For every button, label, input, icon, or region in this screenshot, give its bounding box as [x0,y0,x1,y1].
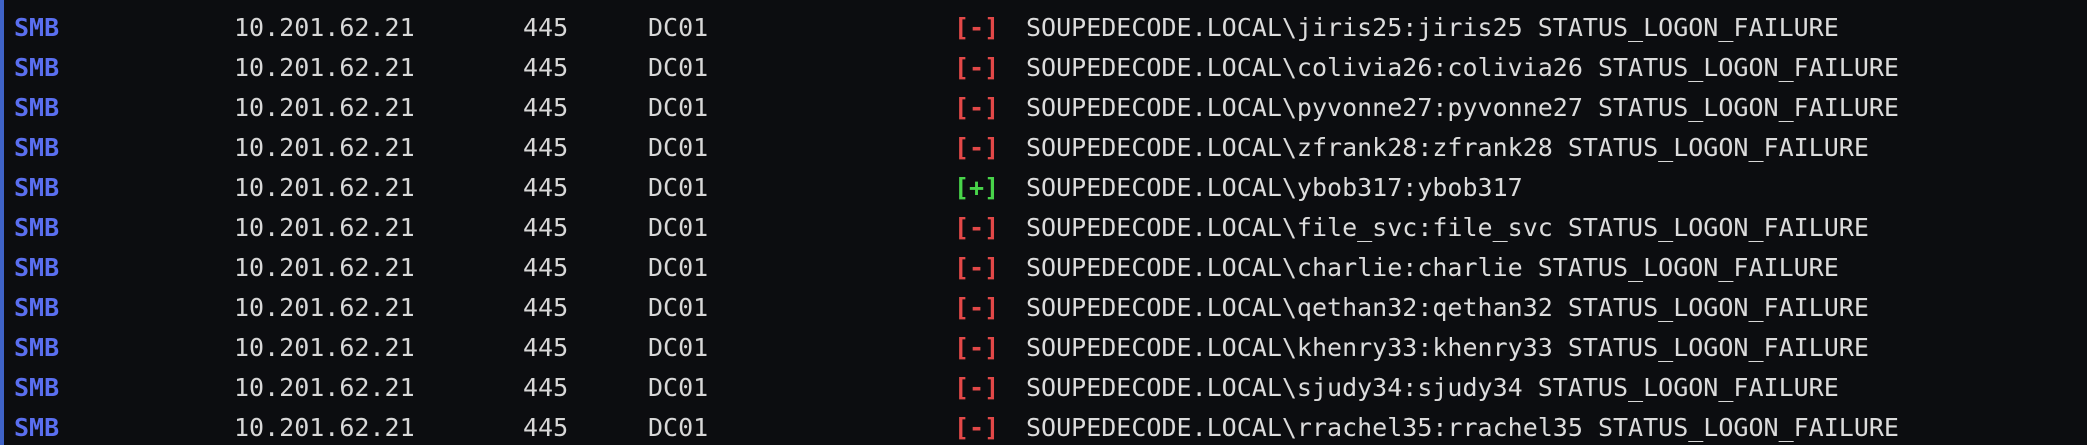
port-number: 445 [523,93,569,122]
auth-result-message: SOUPEDECODE.LOCAL\rrachel35:rrachel35 ST… [1026,413,1899,442]
terminal-line: SMB 10.201.62.21 445 DC01 [-] SOUPEDECOD… [0,368,2087,408]
terminal-line: SMB 10.201.62.21 445 DC01 [-] SOUPEDECOD… [0,48,2087,88]
ip-address: 10.201.62.21 [234,93,415,122]
auth-result-message: SOUPEDECODE.LOCAL\jiris25:jiris25 STATUS… [1026,13,1839,42]
port-number: 445 [523,213,569,242]
status-marker: [+] [954,173,1000,202]
terminal-output: SMB 10.201.62.21 445 DC01 [-] SOUPEDECOD… [0,8,2087,445]
auth-result-message: SOUPEDECODE.LOCAL\file_svc:file_svc STAT… [1026,213,1869,242]
protocol-label: SMB [14,173,60,202]
status-marker: [-] [954,213,1000,242]
terminal-line: SMB 10.201.62.21 445 DC01 [-] SOUPEDECOD… [0,8,2087,48]
port-number: 445 [523,133,569,162]
ip-address: 10.201.62.21 [234,253,415,282]
status-marker: [-] [954,293,1000,322]
auth-result-message: SOUPEDECODE.LOCAL\zfrank28:zfrank28 STAT… [1026,133,1869,162]
ip-address: 10.201.62.21 [234,333,415,362]
port-number: 445 [523,333,569,362]
port-number: 445 [523,373,569,402]
port-number: 445 [523,173,569,202]
protocol-label: SMB [14,53,60,82]
host-name: DC01 [648,293,709,322]
ip-address: 10.201.62.21 [234,293,415,322]
protocol-label: SMB [14,413,60,442]
ip-address: 10.201.62.21 [234,13,415,42]
host-name: DC01 [648,333,709,362]
port-number: 445 [523,53,569,82]
port-number: 445 [523,413,569,442]
host-name: DC01 [648,373,709,402]
status-marker: [-] [954,413,1000,442]
protocol-label: SMB [14,333,60,362]
status-marker: [-] [954,13,1000,42]
terminal-line: SMB 10.201.62.21 445 DC01 [+] SOUPEDECOD… [0,168,2087,208]
protocol-label: SMB [14,13,60,42]
ip-address: 10.201.62.21 [234,173,415,202]
status-marker: [-] [954,253,1000,282]
port-number: 445 [523,253,569,282]
host-name: DC01 [648,173,709,202]
host-name: DC01 [648,133,709,162]
status-marker: [-] [954,373,1000,402]
auth-result-message: SOUPEDECODE.LOCAL\khenry33:khenry33 STAT… [1026,333,1869,362]
host-name: DC01 [648,213,709,242]
auth-result-message: SOUPEDECODE.LOCAL\charlie:charlie STATUS… [1026,253,1839,282]
ip-address: 10.201.62.21 [234,53,415,82]
auth-result-message: SOUPEDECODE.LOCAL\qethan32:qethan32 STAT… [1026,293,1869,322]
terminal-window[interactable]: SMB 10.201.62.21 445 DC01 [-] SOUPEDECOD… [0,0,2087,445]
terminal-line: SMB 10.201.62.21 445 DC01 [-] SOUPEDECOD… [0,248,2087,288]
auth-result-message: SOUPEDECODE.LOCAL\pyvonne27:pyvonne27 ST… [1026,93,1899,122]
ip-address: 10.201.62.21 [234,373,415,402]
terminal-line: SMB 10.201.62.21 445 DC01 [-] SOUPEDECOD… [0,88,2087,128]
port-number: 445 [523,13,569,42]
host-name: DC01 [648,413,709,442]
protocol-label: SMB [14,253,60,282]
terminal-line: SMB 10.201.62.21 445 DC01 [-] SOUPEDECOD… [0,328,2087,368]
auth-result-message: SOUPEDECODE.LOCAL\colivia26:colivia26 ST… [1026,53,1899,82]
status-marker: [-] [954,333,1000,362]
port-number: 445 [523,293,569,322]
terminal-line: SMB 10.201.62.21 445 DC01 [-] SOUPEDECOD… [0,288,2087,328]
ip-address: 10.201.62.21 [234,213,415,242]
status-marker: [-] [954,133,1000,162]
host-name: DC01 [648,53,709,82]
status-marker: [-] [954,93,1000,122]
host-name: DC01 [648,93,709,122]
terminal-line: SMB 10.201.62.21 445 DC01 [-] SOUPEDECOD… [0,408,2087,445]
status-marker: [-] [954,53,1000,82]
host-name: DC01 [648,253,709,282]
host-name: DC01 [648,13,709,42]
protocol-label: SMB [14,93,60,122]
ip-address: 10.201.62.21 [234,133,415,162]
auth-result-message: SOUPEDECODE.LOCAL\ybob317:ybob317 [1026,173,1523,202]
protocol-label: SMB [14,293,60,322]
terminal-line: SMB 10.201.62.21 445 DC01 [-] SOUPEDECOD… [0,208,2087,248]
terminal-line: SMB 10.201.62.21 445 DC01 [-] SOUPEDECOD… [0,128,2087,168]
protocol-label: SMB [14,133,60,162]
auth-result-message: SOUPEDECODE.LOCAL\sjudy34:sjudy34 STATUS… [1026,373,1839,402]
protocol-label: SMB [14,373,60,402]
ip-address: 10.201.62.21 [234,413,415,442]
protocol-label: SMB [14,213,60,242]
